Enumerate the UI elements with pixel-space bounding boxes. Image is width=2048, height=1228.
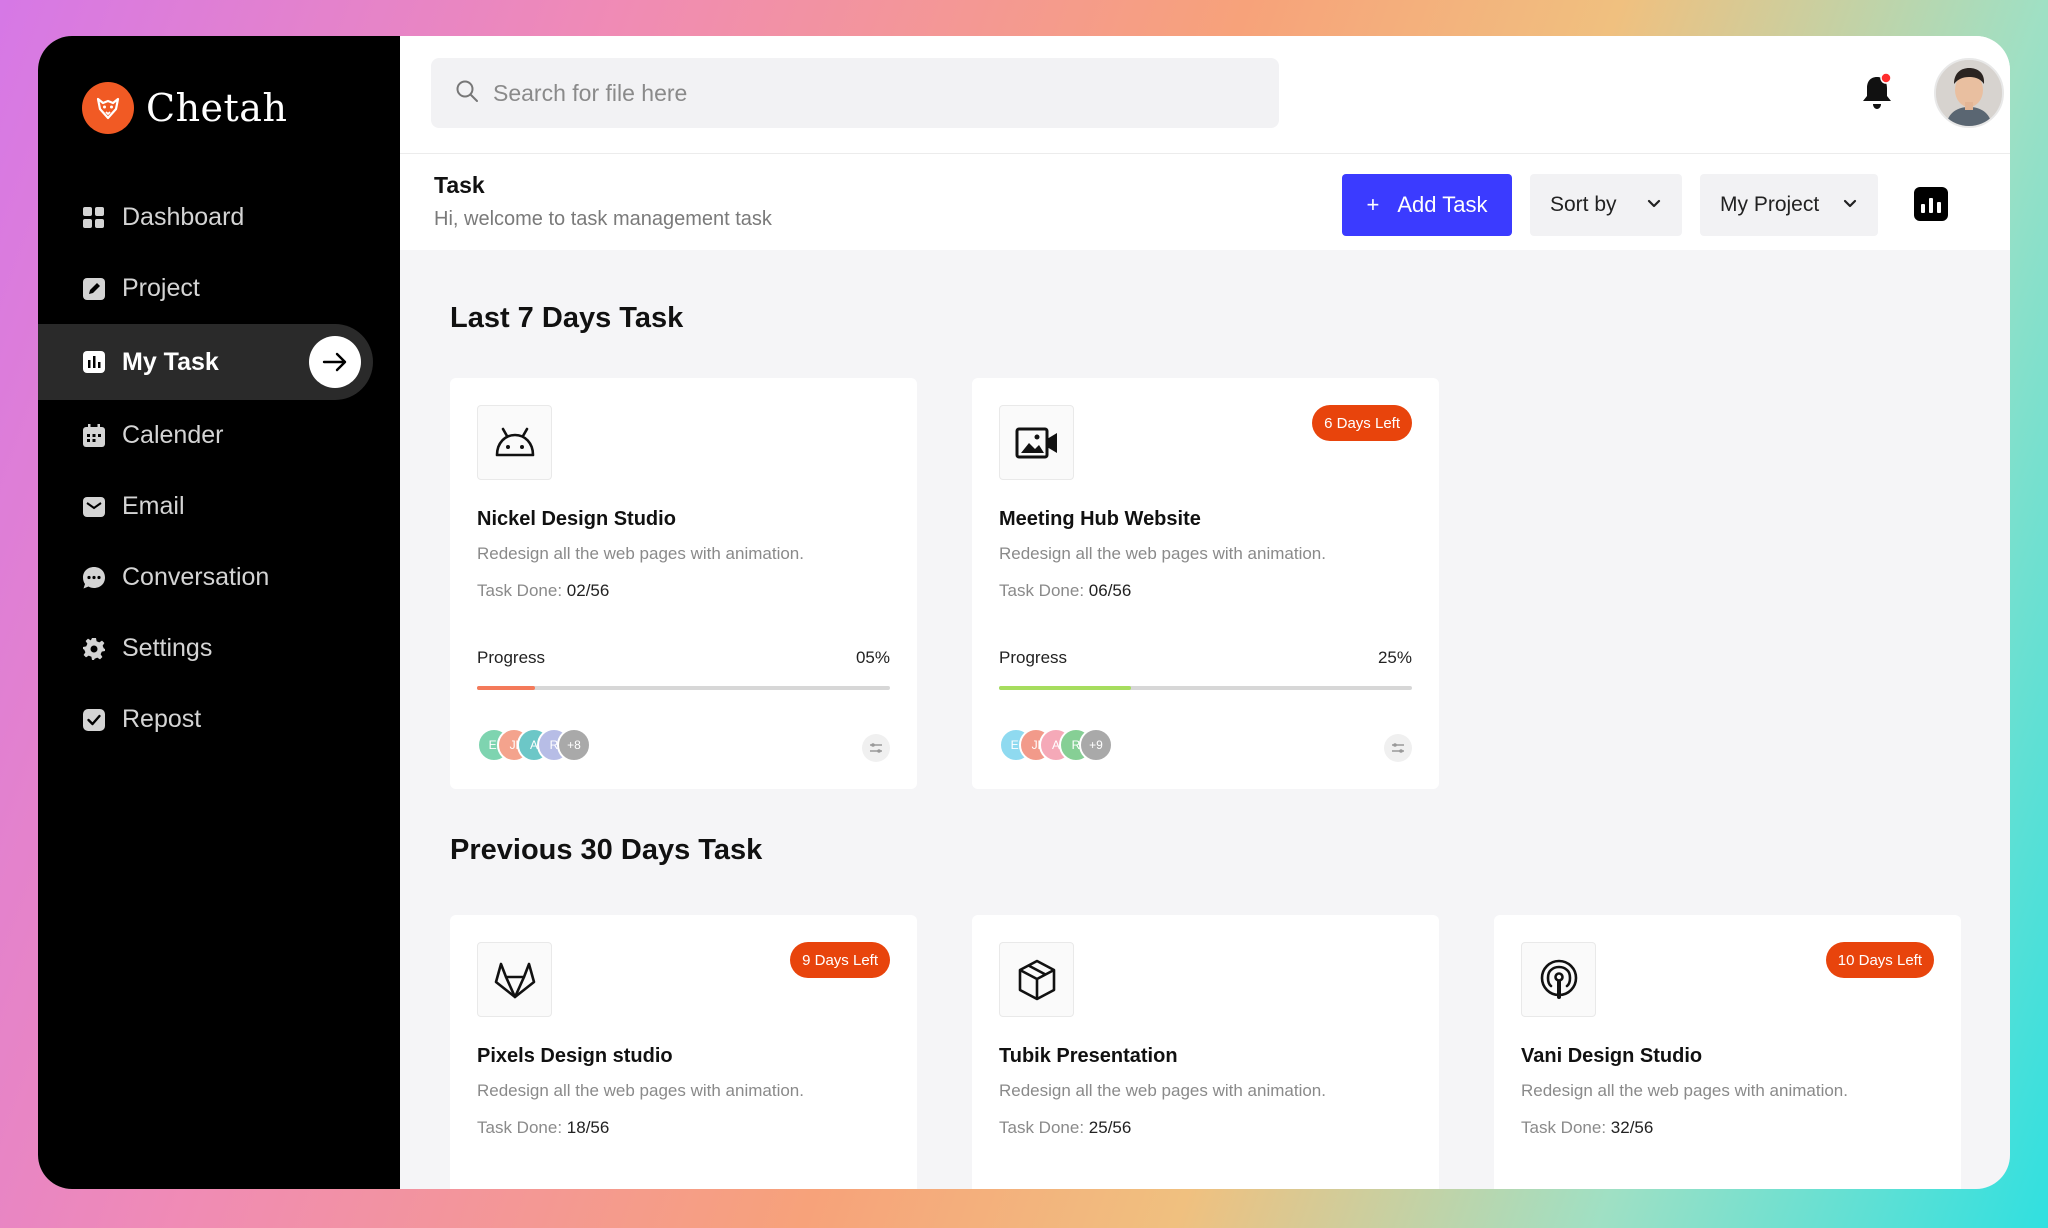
task-done-value: 32/56 [1610, 1118, 1654, 1137]
days-left-badge: 10 Days Left [1825, 942, 1934, 978]
sidebar-item-label: Project [122, 274, 200, 302]
chevron-down-icon [1647, 199, 1661, 208]
task-card[interactable]: Tubik Presentation Redesign all the web … [972, 915, 1439, 1189]
top-bar [400, 36, 2010, 154]
android-icon [477, 405, 552, 480]
arrow-right-icon[interactable] [309, 336, 361, 388]
sidebar-item-calender[interactable]: Calender [38, 400, 400, 471]
sidebar-item-settings[interactable]: Settings [38, 613, 400, 684]
sidebar-item-label: Email [122, 492, 185, 520]
search-input[interactable] [493, 79, 1253, 107]
task-card[interactable]: 10 Days Left Vani Design Studio Redesign… [1494, 915, 1961, 1189]
task-done-value: 06/56 [1088, 581, 1132, 600]
sidebar-nav: Dashboard Project My Task Calender Email [38, 182, 400, 755]
add-task-button[interactable]: + Add Task [1342, 174, 1512, 236]
chart-icon [82, 350, 106, 374]
box-icon [999, 942, 1074, 1017]
card-title: Pixels Design studio [477, 1045, 673, 1067]
sidebar-item-conversation[interactable]: Conversation [38, 542, 400, 613]
card-description: Redesign all the web pages with animatio… [1521, 1081, 1848, 1100]
days-left-badge: 9 Days Left [790, 942, 890, 978]
task-card[interactable]: Nickel Design Studio Redesign all the we… [450, 378, 917, 789]
search-box[interactable] [431, 58, 1279, 128]
sidebar-item-label: Calender [122, 421, 224, 449]
user-avatar[interactable] [1934, 58, 2004, 128]
add-task-label: Add Task [1397, 192, 1488, 217]
section-title-recent: Last 7 Days Task [450, 302, 684, 334]
sliders-icon[interactable] [862, 734, 890, 762]
more-members-count: +8 [557, 728, 591, 762]
task-done-value: 18/56 [566, 1118, 610, 1137]
sidebar-item-label: My Task [122, 347, 219, 376]
gear-icon [82, 637, 106, 661]
video-icon [999, 405, 1074, 480]
sidebar: Chetah Dashboard Project My Task Calende… [38, 36, 400, 1189]
progress-label: Progress [477, 648, 546, 667]
card-title: Tubik Presentation [999, 1045, 1178, 1067]
section-title-previous: Previous 30 Days Task [450, 834, 763, 866]
card-title: Meeting Hub Website [999, 508, 1201, 530]
card-description: Redesign all the web pages with animatio… [477, 544, 804, 563]
project-dropdown[interactable]: My Project [1700, 174, 1878, 236]
task-card[interactable]: 9 Days Left Pixels Design studio Redesig… [450, 915, 917, 1189]
page-subtitle: Hi, welcome to task management task [434, 208, 772, 230]
progress-bar [999, 686, 1412, 690]
progress-fill [999, 686, 1132, 690]
task-done: Task Done: 02/56 [477, 581, 610, 600]
progress-value: 25% [1377, 648, 1412, 667]
task-card[interactable]: 6 Days Left Meeting Hub Website Redesign… [972, 378, 1439, 789]
sidebar-item-label: Repost [122, 705, 202, 733]
more-members-count: +9 [1079, 728, 1113, 762]
check-icon [82, 708, 106, 732]
calendar-icon [82, 423, 106, 448]
chevron-down-icon [1843, 199, 1857, 208]
sidebar-item-label: Settings [122, 634, 213, 662]
cheetah-logo-icon [82, 82, 134, 134]
sidebar-item-project[interactable]: Project [38, 253, 400, 324]
grid-icon [82, 206, 106, 230]
card-title: Nickel Design Studio [477, 508, 676, 530]
sort-by-dropdown[interactable]: Sort by [1530, 174, 1682, 236]
task-done: Task Done: 32/56 [1521, 1118, 1654, 1137]
sidebar-item-dashboard[interactable]: Dashboard [38, 182, 400, 253]
task-done: Task Done: 06/56 [999, 581, 1132, 600]
sidebar-item-email[interactable]: Email [38, 471, 400, 542]
sidebar-item-label: Dashboard [122, 203, 245, 231]
card-description: Redesign all the web pages with animatio… [999, 544, 1326, 563]
gitlab-icon [477, 942, 552, 1017]
task-done: Task Done: 25/56 [999, 1118, 1132, 1137]
search-icon [455, 79, 479, 108]
member-avatars[interactable]: El Jl A R +8 [477, 728, 591, 762]
podcast-icon [1521, 942, 1596, 1017]
task-done-value: 25/56 [1088, 1118, 1132, 1137]
task-done-value: 02/56 [566, 581, 610, 600]
progress-label: Progress [999, 648, 1068, 667]
analytics-chart-icon[interactable] [1914, 187, 1948, 221]
progress-bar [477, 686, 890, 690]
sidebar-item-repost[interactable]: Repost [38, 684, 400, 755]
progress-value: 05% [855, 648, 890, 667]
task-done: Task Done: 18/56 [477, 1118, 610, 1137]
notification-bell-icon[interactable] [1859, 72, 1895, 112]
page-header: Task Hi, welcome to task management task… [400, 154, 2010, 250]
sliders-icon[interactable] [1384, 734, 1412, 762]
app-window: Chetah Dashboard Project My Task Calende… [38, 36, 2010, 1189]
member-avatars[interactable]: El Jl A R +9 [999, 728, 1113, 762]
card-description: Redesign all the web pages with animatio… [999, 1081, 1326, 1100]
page-title: Task [434, 172, 485, 198]
sidebar-item-my-task[interactable]: My Task [38, 324, 373, 400]
card-description: Redesign all the web pages with animatio… [477, 1081, 804, 1100]
card-title: Vani Design Studio [1521, 1045, 1703, 1067]
brand-name: Chetah [146, 86, 288, 130]
sort-by-label: Sort by [1550, 193, 1617, 216]
brand-logo[interactable]: Chetah [82, 82, 287, 134]
chat-icon [82, 566, 106, 590]
project-label: My Project [1720, 193, 1820, 216]
plus-icon: + [1366, 192, 1380, 217]
edit-icon [82, 277, 106, 301]
days-left-badge: 6 Days Left [1312, 405, 1412, 441]
progress-fill [477, 686, 535, 690]
sidebar-item-label: Conversation [122, 563, 270, 591]
mail-icon [82, 495, 106, 519]
